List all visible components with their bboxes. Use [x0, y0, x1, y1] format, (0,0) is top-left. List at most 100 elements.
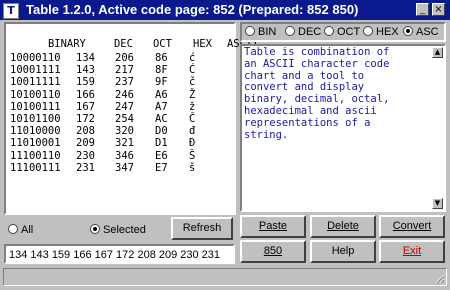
cell-hex: 8F [155, 64, 168, 77]
radio-all-dot[interactable] [8, 224, 18, 234]
exit-label: Exit [402, 245, 422, 257]
cell-hex: A6 [155, 88, 168, 101]
cell-ascii: Ž [189, 88, 196, 101]
table-row[interactable]: 10000110 134 206 86 ć [10, 52, 209, 64]
cell-dec: 230 [76, 149, 95, 162]
scroll-up-icon[interactable]: ▲ [432, 47, 443, 58]
mode-hex[interactable]: HEX [363, 26, 399, 38]
cell-hex: D0 [155, 125, 168, 138]
header-binary: BINARY [47, 38, 86, 50]
cell-hex: D1 [155, 137, 168, 150]
codes-value: 134 143 159 166 167 172 208 209 230 231 [9, 249, 221, 261]
cell-ascii: ž [189, 100, 196, 113]
table-row[interactable]: 10101100 172 254 AC Č [10, 113, 209, 125]
description-textarea[interactable]: Table is combination of an ASCII characte… [240, 44, 446, 212]
convert-label: Convert [392, 220, 432, 232]
cell-binary: 11100111 [10, 161, 61, 174]
mode-asc[interactable]: ASC [403, 26, 439, 38]
mode-bin-label: BIN [258, 26, 277, 38]
table-row[interactable]: 10100111 167 247 A7 ž [10, 101, 209, 113]
app-window: T Table 1.2.0, Active code page: 852 (Pr… [0, 0, 450, 290]
table-row[interactable]: 11010000 208 320 D0 đ [10, 125, 209, 137]
cell-ascii: š [189, 161, 196, 174]
window-title: Table 1.2.0, Active code page: 852 (Prep… [26, 2, 359, 17]
header-oct: OCT [152, 38, 172, 50]
cell-oct: 320 [115, 125, 134, 138]
scroll-down-icon[interactable]: ▼ [432, 198, 443, 209]
cell-oct: 206 [115, 52, 134, 64]
mode-hex-label: HEX [376, 26, 399, 38]
table-rows: 10000110 134 206 86 ć 10001111 143 217 8F Ć 100111… [10, 52, 209, 174]
cell-dec: 231 [76, 161, 95, 174]
delete-button[interactable]: Delete [310, 215, 376, 238]
cell-binary: 10001111 [10, 64, 61, 77]
mode-dec-dot[interactable] [285, 26, 295, 36]
mode-dec-label: DEC [298, 26, 322, 38]
cell-dec: 143 [76, 64, 95, 77]
cell-dec: 208 [76, 125, 95, 138]
exit-button[interactable]: Exit [379, 240, 445, 263]
cell-oct: 347 [115, 161, 134, 174]
cell-ascii: Š [189, 149, 196, 162]
help-button[interactable]: Help [310, 240, 376, 263]
cell-hex: A7 [155, 100, 168, 113]
header-dec: DEC [113, 38, 133, 50]
cell-binary: 10011111 [10, 76, 61, 89]
header-hex: HEX [192, 38, 212, 50]
code-table[interactable]: BINARYDECOCTHEXASCII 1000011013420686ć10… [4, 22, 259, 215]
mode-bin-dot[interactable] [245, 26, 255, 36]
table-row[interactable]: 11100110 230 346 E6 Š [10, 150, 209, 162]
help-label: Help [331, 245, 355, 257]
mode-oct[interactable]: OCT [324, 26, 360, 38]
mode-hex-dot[interactable] [363, 26, 373, 36]
table-row[interactable]: 11010001 209 321 D1 Đ [10, 137, 209, 149]
cell-ascii: ć [189, 52, 196, 64]
cell-oct: 346 [115, 149, 134, 162]
cell-oct: 247 [115, 100, 134, 113]
cell-hex: 86 [155, 52, 168, 64]
radio-selected[interactable]: Selected [90, 224, 146, 236]
table-row[interactable]: 10011111 159 237 9F č [10, 76, 209, 88]
cell-ascii: đ [189, 125, 196, 138]
description-text: Table is combination of an ASCII characte… [244, 46, 424, 141]
cell-dec: 134 [76, 52, 95, 64]
cp850-button[interactable]: 850 [240, 240, 306, 263]
delete-label: Delete [327, 220, 359, 232]
cell-dec: 172 [76, 112, 95, 125]
cell-hex: E7 [155, 161, 168, 174]
mode-dec[interactable]: DEC [285, 26, 321, 38]
refresh-button[interactable]: Refresh [171, 217, 233, 240]
cell-dec: 167 [76, 100, 95, 113]
radio-all-label: All [21, 224, 34, 236]
cell-dec: 166 [76, 88, 95, 101]
cell-dec: 209 [76, 137, 95, 150]
mode-oct-label: OCT [337, 26, 361, 38]
cell-binary: 10100111 [10, 100, 61, 113]
mode-bar: BIN DEC OCT HEX ASC [240, 22, 446, 42]
paste-button[interactable]: Paste [240, 215, 306, 238]
convert-button[interactable]: Convert [379, 215, 445, 238]
cell-ascii: č [189, 76, 196, 89]
minimize-button[interactable]: _ [416, 3, 429, 16]
cell-hex: 9F [155, 76, 168, 89]
app-icon[interactable]: T [3, 3, 19, 19]
cell-oct: 237 [115, 76, 134, 89]
mode-bin[interactable]: BIN [245, 26, 276, 38]
radio-all[interactable]: All [8, 224, 33, 236]
title-bar[interactable]: T Table 1.2.0, Active code page: 852 (Pr… [0, 0, 450, 20]
mode-oct-dot[interactable] [324, 26, 334, 36]
cell-hex: E6 [155, 149, 168, 162]
mode-asc-dot[interactable] [403, 26, 413, 36]
close-button[interactable]: × [432, 3, 445, 16]
resize-grip-icon[interactable] [433, 272, 445, 284]
cell-binary: 10000110 [10, 52, 61, 64]
cell-ascii: Č [189, 112, 196, 125]
table-row[interactable]: 10001111 143 217 8F Ć [10, 64, 209, 76]
cp850-label: 850 [263, 245, 283, 257]
table-row[interactable]: 10100110 166 246 A6 Ž [10, 89, 209, 101]
radio-selected-dot[interactable] [90, 224, 100, 234]
cell-oct: 321 [115, 137, 134, 150]
table-row[interactable]: 11100111 231 347 E7 š [10, 162, 209, 174]
codes-input[interactable]: 134 143 159 166 167 172 208 209 230 231 [4, 244, 235, 264]
description-line: representations of a [244, 116, 371, 129]
